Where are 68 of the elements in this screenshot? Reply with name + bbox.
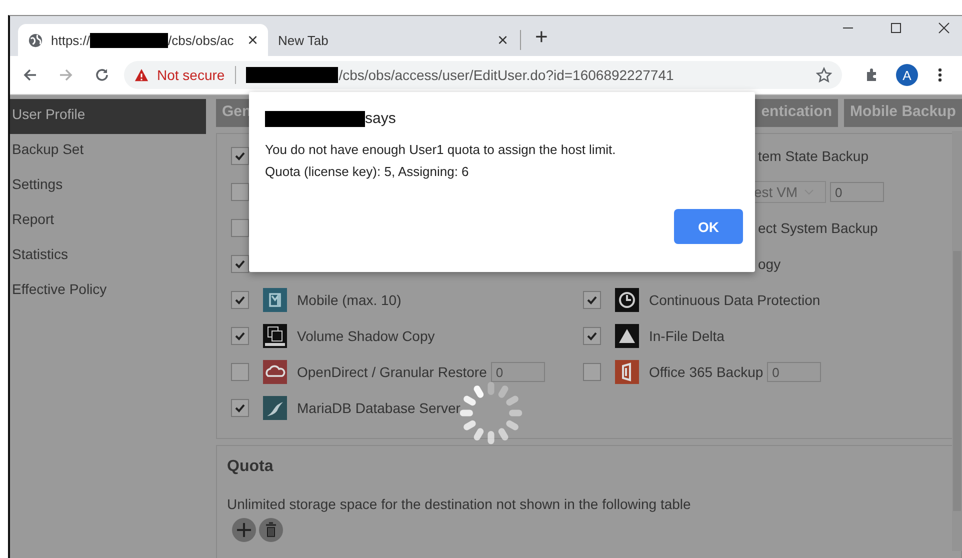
security-label: Not secure	[157, 67, 225, 83]
globe-icon	[28, 32, 43, 48]
clock-icon	[615, 288, 639, 312]
sidebar-item[interactable]: Settings	[10, 169, 206, 204]
sidebar-item[interactable]: User Profile	[10, 99, 206, 134]
close-tab-button[interactable]: ×	[247, 30, 258, 50]
number-field[interactable]: 0	[767, 362, 822, 382]
reload-icon[interactable]	[94, 67, 110, 83]
tab-title: New Tab	[278, 32, 328, 48]
dialog-message: Quota (license key): 5, Assigning: 6	[265, 163, 470, 181]
add-button[interactable]	[232, 518, 256, 542]
number-field[interactable]: 0	[490, 362, 545, 382]
option-label: Continuous Data Protection	[649, 292, 820, 308]
checkbox[interactable]	[231, 399, 249, 417]
sidebar-item[interactable]: Effective Policy	[10, 274, 206, 309]
option-label: Volume Shadow Copy	[297, 328, 435, 344]
delta-icon	[615, 324, 639, 348]
checkbox[interactable]	[231, 363, 249, 381]
option-label: ect System Backup	[758, 220, 878, 236]
checkbox[interactable]	[231, 327, 249, 345]
checkbox[interactable]	[231, 219, 249, 237]
dialog-message: You do not have enough User1 quota to assign the host limit.	[265, 141, 617, 159]
checkbox[interactable]	[231, 255, 249, 273]
delete-button[interactable]	[259, 518, 283, 542]
new-tab-button[interactable]: +	[535, 24, 548, 50]
address-bar[interactable]: Not secure /cbs/obs/access/user/EditUser.do?id=1606892227741	[124, 61, 842, 89]
checkbox[interactable]	[583, 363, 601, 381]
star-icon[interactable]	[816, 67, 832, 83]
sidebar-item[interactable]: Backup Set	[10, 134, 206, 169]
option-label: MariaDB Database Server	[297, 400, 460, 416]
dialog-title: says	[365, 110, 396, 127]
url-text: /cbs/obs/access/user/EditUser.do?id=1606892227741	[338, 67, 674, 83]
option-label: tem State Backup	[758, 148, 869, 164]
quota-note: Unlimited storage space for the destination not shown in the following table	[227, 496, 692, 512]
check-icon	[586, 294, 598, 306]
number-field[interactable]: 0	[830, 182, 884, 202]
checkbox[interactable]	[231, 147, 249, 165]
warning-icon	[134, 68, 149, 82]
checkbox[interactable]	[583, 291, 601, 309]
sidebar-item[interactable]: Report	[10, 204, 206, 239]
checkbox[interactable]	[583, 327, 601, 345]
tab-title: /cbs/obs/ac	[168, 32, 234, 48]
maximize-icon[interactable]	[890, 22, 902, 34]
menu-icon[interactable]	[938, 67, 942, 83]
checkbox[interactable]	[231, 183, 249, 201]
browser-tab[interactable]: https:// /cbs/obs/ac ×	[18, 24, 268, 56]
tab-title: https://	[51, 32, 90, 48]
check-icon	[234, 294, 246, 306]
check-icon	[234, 150, 246, 162]
option-label: Mobile (max. 10)	[297, 292, 402, 308]
check-icon	[586, 330, 598, 342]
option-label: Office 365 Backup	[649, 364, 764, 380]
back-arrow-icon[interactable]	[22, 67, 38, 83]
sidebar-item[interactable]: Statistics	[10, 239, 206, 274]
check-icon	[234, 258, 246, 270]
option-label: OpenDirect / Granular Restore	[297, 364, 487, 380]
option-label: ogy	[758, 256, 781, 272]
profile-avatar[interactable]: A	[896, 64, 918, 86]
cloud-icon	[263, 360, 287, 384]
close-tab-button[interactable]: ×	[497, 30, 508, 50]
check-icon	[234, 330, 246, 342]
ok-button[interactable]: OK	[674, 209, 743, 244]
check-icon	[234, 402, 246, 414]
section-title: Quota	[227, 458, 274, 476]
checkbox[interactable]	[231, 291, 249, 309]
browser-tab[interactable]: New Tab ×	[268, 24, 518, 56]
option-label: In-File Delta	[649, 328, 724, 344]
close-icon[interactable]	[938, 22, 950, 34]
